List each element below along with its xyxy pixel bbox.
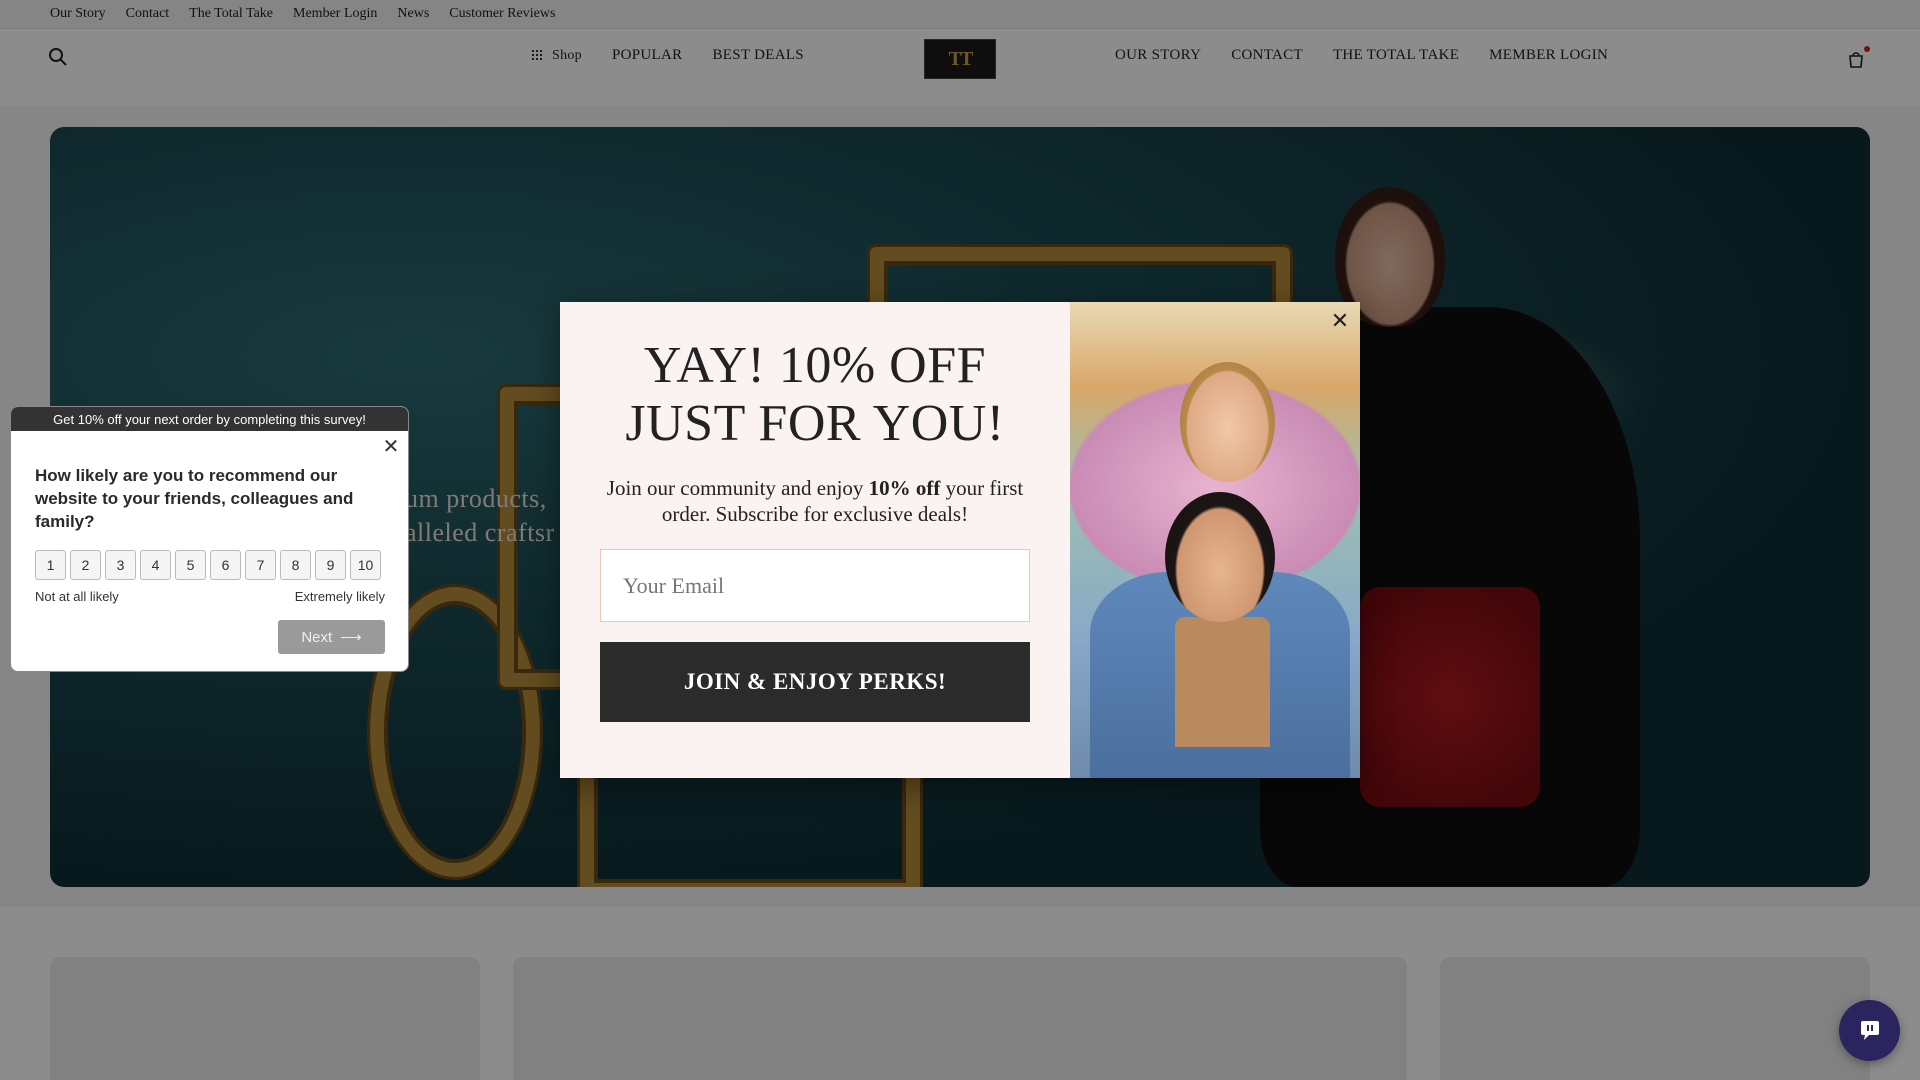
survey-close-icon[interactable]: ✕ [382,437,400,457]
survey-scale-labels: Not at all likely Extremely likely [35,589,385,604]
promo-subtitle-discount: 10% off [868,476,941,500]
promo-modal-content: YAY! 10% OFF JUST FOR YOU! Join our comm… [560,302,1070,778]
rating-option-6[interactable]: 6 [210,550,241,580]
rating-option-7[interactable]: 7 [245,550,276,580]
promo-subtitle-text: Join our community and enjoy [606,476,869,500]
chat-icon[interactable] [1839,1000,1900,1061]
join-button[interactable]: JOIN & ENJOY PERKS! [600,642,1030,722]
promo-title-line: JUST FOR YOU! [625,395,1005,452]
rating-option-8[interactable]: 8 [280,550,311,580]
promo-modal: YAY! 10% OFF JUST FOR YOU! Join our comm… [560,302,1360,778]
rating-option-9[interactable]: 9 [315,550,346,580]
survey-banner: Get 10% off your next order by completin… [11,407,408,431]
email-field[interactable] [600,549,1030,622]
scale-label-high: Extremely likely [294,589,385,604]
promo-title-line: YAY! 10% OFF [643,337,987,394]
rating-option-3[interactable]: 3 [105,550,136,580]
promo-title: YAY! 10% OFF JUST FOR YOU! [560,337,1070,453]
arrow-right-icon: ⟶ [340,629,362,646]
rating-option-1[interactable]: 1 [35,550,66,580]
rating-option-5[interactable]: 5 [175,550,206,580]
promo-subtitle: Join our community and enjoy 10% off you… [600,475,1030,527]
survey-rating-scale: 1 2 3 4 5 6 7 8 9 10 [35,550,381,580]
promo-photo [1070,302,1360,778]
close-icon[interactable]: ✕ [1327,309,1353,335]
survey-next-button[interactable]: Next ⟶ [278,620,385,654]
scale-label-low: Not at all likely [35,589,119,604]
survey-question: How likely are you to recommend our webs… [35,466,354,531]
survey-widget: Get 10% off your next order by completin… [10,406,409,672]
rating-option-10[interactable]: 10 [350,550,381,580]
rating-option-4[interactable]: 4 [140,550,171,580]
next-label: Next [301,628,333,646]
rating-option-2[interactable]: 2 [70,550,101,580]
